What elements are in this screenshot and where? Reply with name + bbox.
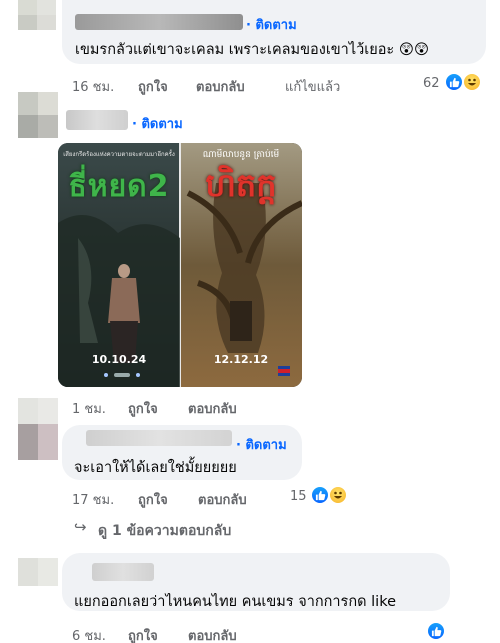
- movie-poster-image[interactable]: เสียงกรีดร้องแห่งความตายจะตามมาอีกครั้ง …: [58, 143, 302, 387]
- like-icon[interactable]: [310, 485, 330, 505]
- like-button[interactable]: ถูกใจ: [128, 625, 158, 643]
- follow-link[interactable]: · ติดตาม: [246, 14, 297, 35]
- reply-button[interactable]: ตอบกลับ: [188, 625, 237, 643]
- haha-icon[interactable]: [462, 72, 482, 92]
- timestamp[interactable]: 1 ชม.: [72, 398, 106, 419]
- poster-left-tagline: เสียงกรีดร้องแห่งความตายจะตามมาอีกครั้ง: [63, 151, 175, 158]
- comment-text: แยกออกเลยว่าไหนคนไทย คนเขมร จากการกด lik…: [74, 594, 396, 610]
- poster-right-date: 12.12.12: [213, 353, 269, 366]
- follow-link[interactable]: · ติดตาม: [236, 434, 287, 455]
- reply-button[interactable]: ตอบกลับ: [188, 398, 237, 419]
- like-button[interactable]: ถูกใจ: [138, 489, 168, 510]
- timestamp[interactable]: 6 ชม.: [72, 625, 106, 643]
- edited-label: แก้ไขแล้ว: [285, 80, 341, 95]
- comment-text: เขมรกลัวแต่เขาจะเคลม เพราะเคลมของเขาไว้เ…: [75, 42, 430, 58]
- like-button[interactable]: ถูกใจ: [138, 76, 168, 97]
- reaction-count[interactable]: 15: [290, 489, 307, 504]
- poster-left-title: ธี่หยด2: [68, 169, 170, 204]
- reply-button[interactable]: ตอบกลับ: [198, 489, 247, 510]
- like-icon[interactable]: [444, 72, 464, 92]
- avatar[interactable]: [18, 0, 56, 30]
- timestamp[interactable]: 17 ชม.: [72, 489, 114, 510]
- haha-icon[interactable]: [328, 485, 348, 505]
- comment-text: จะเอาให้ได้เลยใช่มั้ยยยยย: [74, 460, 237, 476]
- view-replies-label[interactable]: ดู 1 ข้อความตอบกลับ: [98, 520, 231, 542]
- like-button[interactable]: ถูกใจ: [128, 398, 158, 419]
- reply-arrow-icon: ↪: [74, 518, 87, 536]
- author-name[interactable]: [86, 430, 232, 446]
- like-icon[interactable]: [426, 621, 446, 641]
- author-name[interactable]: [75, 14, 243, 30]
- timestamp[interactable]: 16 ชม.: [72, 76, 114, 97]
- poster-right-title: ហិតក្ត: [205, 166, 277, 204]
- reaction-count[interactable]: 62: [423, 76, 440, 91]
- poster-left-date: 10.10.24: [91, 353, 147, 366]
- author-name[interactable]: [92, 563, 154, 581]
- avatar[interactable]: [18, 558, 58, 586]
- reply-button[interactable]: ตอบกลับ: [196, 76, 245, 97]
- avatar[interactable]: [18, 92, 58, 138]
- author-name[interactable]: [66, 110, 128, 130]
- follow-link[interactable]: · ติดตาม: [132, 113, 183, 134]
- avatar[interactable]: [18, 398, 58, 460]
- poster-right-tagline: ណាមីលាបនូន ត្រាប់មើ: [202, 150, 280, 160]
